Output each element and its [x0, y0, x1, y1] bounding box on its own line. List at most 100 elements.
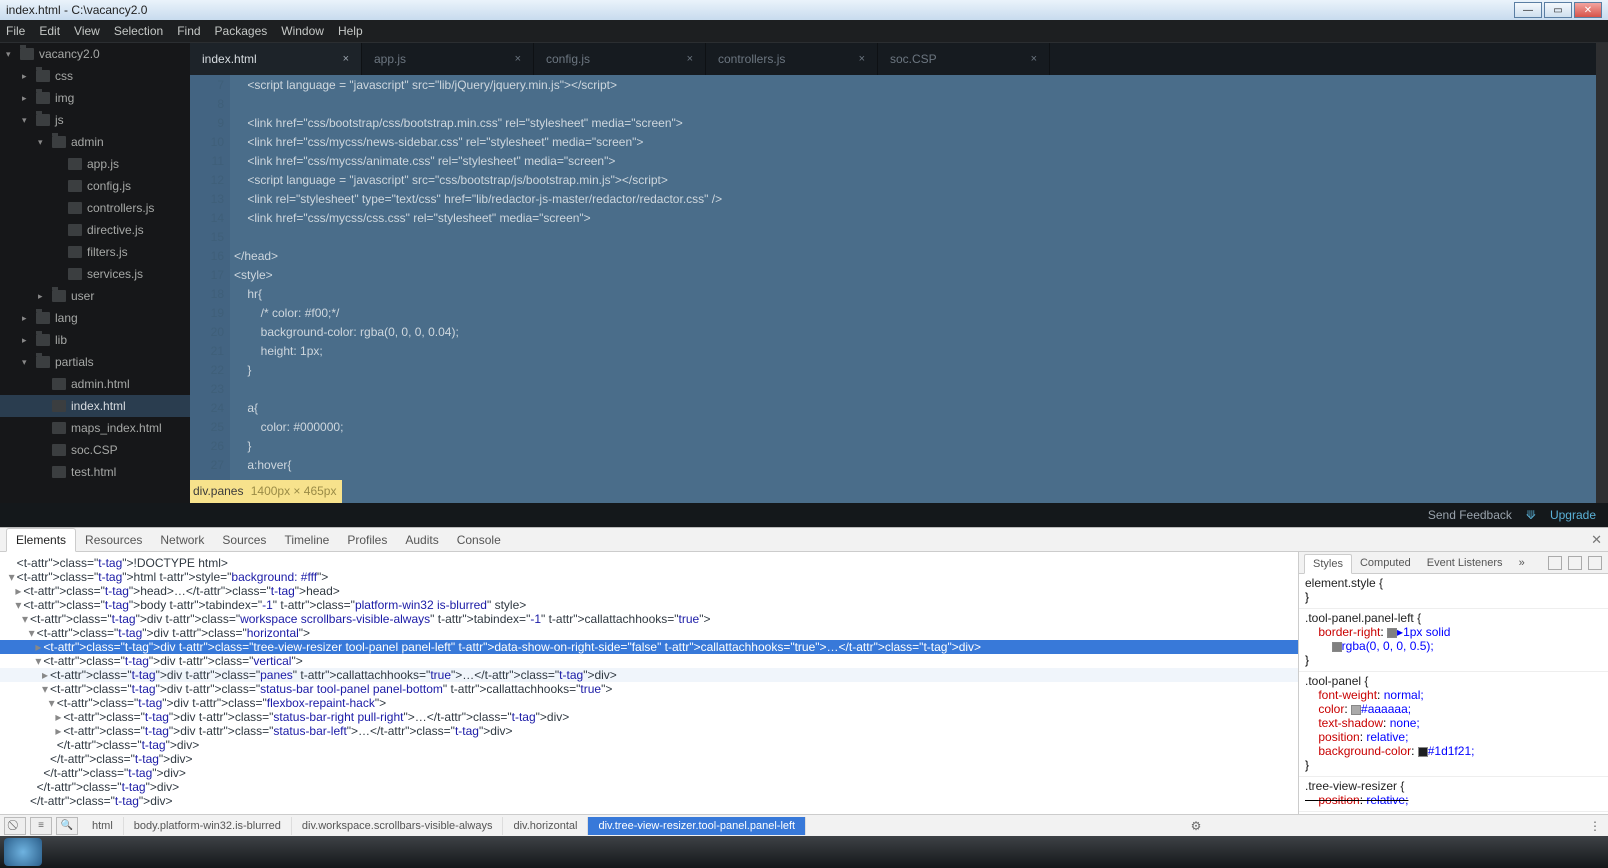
- tree-file-index-html[interactable]: index.html: [0, 395, 190, 417]
- send-feedback-link[interactable]: Send Feedback: [1428, 508, 1512, 522]
- devtools-tab-sources[interactable]: Sources: [213, 529, 275, 551]
- tree-folder-partials[interactable]: ▾partials: [0, 351, 190, 373]
- styles-tab-eventlisteners[interactable]: Event Listeners: [1419, 554, 1511, 572]
- dom-node[interactable]: ▾<t-attr">class="t-tag">div t-attr">clas…: [0, 654, 1298, 668]
- dom-node[interactable]: <t-attr">class="t-tag">!DOCTYPE html>: [0, 556, 1298, 570]
- close-icon[interactable]: ×: [343, 53, 349, 65]
- maximize-button[interactable]: ▭: [1544, 2, 1572, 18]
- dom-node[interactable]: ▸<t-attr">class="t-tag">div t-attr">clas…: [0, 668, 1298, 682]
- devtools-tab-profiles[interactable]: Profiles: [338, 529, 396, 551]
- tab-soc-CSP[interactable]: soc.CSP×: [878, 43, 1050, 75]
- tab-config-js[interactable]: config.js×: [534, 43, 706, 75]
- tree-file-app-js[interactable]: app.js: [0, 153, 190, 175]
- menu-packages[interactable]: Packages: [215, 24, 268, 38]
- toggle-element-state-icon[interactable]: [1568, 556, 1582, 570]
- editor-scrollbar[interactable]: [1596, 43, 1608, 503]
- tab-index-html[interactable]: index.html×: [190, 43, 362, 75]
- tree-file-filters-js[interactable]: filters.js: [0, 241, 190, 263]
- file-tree[interactable]: ▾vacancy2.0▸css▸img▾js▾adminapp.jsconfig…: [0, 43, 190, 503]
- dom-node[interactable]: ▾<t-attr">class="t-tag">div t-attr">clas…: [0, 626, 1298, 640]
- devtools-styles[interactable]: element.style {}.tool-panel.panel-left {…: [1298, 574, 1608, 814]
- menu-selection[interactable]: Selection: [114, 24, 163, 38]
- dom-node[interactable]: </t-attr">class="t-tag">div>: [0, 738, 1298, 752]
- close-icon[interactable]: ×: [687, 53, 693, 65]
- dom-node[interactable]: ▾<t-attr">class="t-tag">html t-attr">sty…: [0, 570, 1298, 584]
- devtools-tab-elements[interactable]: Elements: [6, 528, 76, 552]
- breadcrumb-item[interactable]: html: [82, 817, 124, 835]
- tree-file-directive-js[interactable]: directive.js: [0, 219, 190, 241]
- dom-node[interactable]: </t-attr">class="t-tag">div>: [0, 780, 1298, 794]
- tree-folder-lang[interactable]: ▸lang: [0, 307, 190, 329]
- editor-tabs: index.html×app.js×config.js×controllers.…: [190, 43, 1596, 75]
- menu-find[interactable]: Find: [177, 24, 200, 38]
- css-rule[interactable]: element.style {}: [1299, 574, 1608, 609]
- styles-tab-[interactable]: »: [1511, 554, 1533, 572]
- inspect-icon[interactable]: ⃠: [4, 817, 26, 835]
- close-icon[interactable]: ×: [859, 53, 865, 65]
- dom-node[interactable]: ▾<t-attr">class="t-tag">div t-attr">clas…: [0, 612, 1298, 626]
- close-icon[interactable]: ×: [515, 53, 521, 65]
- styles-tab-computed[interactable]: Computed: [1352, 554, 1419, 572]
- dom-node[interactable]: ▸<t-attr">class="t-tag">div t-attr">clas…: [0, 710, 1298, 724]
- tree-folder-admin[interactable]: ▾admin: [0, 131, 190, 153]
- devtools-dom-tree[interactable]: <t-attr">class="t-tag">!DOCTYPE html> ▾<…: [0, 552, 1298, 814]
- gear-icon[interactable]: [1588, 556, 1602, 570]
- tree-file-controllers-js[interactable]: controllers.js: [0, 197, 190, 219]
- menu-edit[interactable]: Edit: [39, 24, 60, 38]
- tree-file-maps_index-html[interactable]: maps_index.html: [0, 417, 190, 439]
- breadcrumb-item[interactable]: div.tree-view-resizer.tool-panel.panel-l…: [588, 817, 806, 835]
- close-button[interactable]: ✕: [1574, 2, 1602, 18]
- devtools-tab-resources[interactable]: Resources: [76, 529, 151, 551]
- console-icon[interactable]: ≡: [30, 817, 52, 835]
- dom-node[interactable]: </t-attr">class="t-tag">div>: [0, 766, 1298, 780]
- css-rule[interactable]: .tool-panel { font-weight: normal; color…: [1299, 672, 1608, 777]
- dom-node[interactable]: ▾<t-attr">class="t-tag">div t-attr">clas…: [0, 682, 1298, 696]
- drawer-icon[interactable]: ⋮: [1586, 817, 1604, 835]
- dom-node[interactable]: </t-attr">class="t-tag">div>: [0, 752, 1298, 766]
- dom-node[interactable]: ▸<t-attr">class="t-tag">head>…</t-attr">…: [0, 584, 1298, 598]
- dom-node[interactable]: ▾<t-attr">class="t-tag">body t-attr">tab…: [0, 598, 1298, 612]
- tree-folder-css[interactable]: ▸css: [0, 65, 190, 87]
- tree-folder-lib[interactable]: ▸lib: [0, 329, 190, 351]
- windows-taskbar[interactable]: [0, 836, 1608, 868]
- tree-folder-js[interactable]: ▾js: [0, 109, 190, 131]
- tree-folder-vacancy2-0[interactable]: ▾vacancy2.0: [0, 43, 190, 65]
- breadcrumb-item[interactable]: div.horizontal: [503, 817, 588, 835]
- devtools-close-icon[interactable]: ✕: [1591, 532, 1602, 548]
- close-icon[interactable]: ×: [1031, 53, 1037, 65]
- menu-file[interactable]: File: [6, 24, 25, 38]
- start-button[interactable]: [4, 838, 42, 866]
- devtools-tab-network[interactable]: Network: [151, 529, 213, 551]
- minimize-button[interactable]: —: [1514, 2, 1542, 18]
- tree-file-soc-CSP[interactable]: soc.CSP: [0, 439, 190, 461]
- dom-node[interactable]: ▾<t-attr">class="t-tag">div t-attr">clas…: [0, 696, 1298, 710]
- menu-window[interactable]: Window: [281, 24, 324, 38]
- css-rule[interactable]: .tree-view-resizer { position: relative;: [1299, 777, 1608, 812]
- tree-folder-img[interactable]: ▸img: [0, 87, 190, 109]
- tab-app-js[interactable]: app.js×: [362, 43, 534, 75]
- menu-view[interactable]: View: [74, 24, 100, 38]
- gear-icon[interactable]: ⚙: [1187, 817, 1205, 835]
- breadcrumb-item[interactable]: div.workspace.scrollbars-visible-always: [292, 817, 504, 835]
- tree-folder-user[interactable]: ▸user: [0, 285, 190, 307]
- dom-node[interactable]: ▸<t-attr">class="t-tag">div t-attr">clas…: [0, 724, 1298, 738]
- devtools-tab-audits[interactable]: Audits: [396, 529, 447, 551]
- devtools-tab-console[interactable]: Console: [448, 529, 510, 551]
- upgrade-link[interactable]: Upgrade: [1550, 508, 1596, 522]
- tree-file-config-js[interactable]: config.js: [0, 175, 190, 197]
- code-body[interactable]: <script language = "javascript" src="lib…: [230, 75, 1596, 503]
- new-rule-icon[interactable]: [1548, 556, 1562, 570]
- tab-controllers-js[interactable]: controllers.js×: [706, 43, 878, 75]
- dom-node[interactable]: ▸<t-attr">class="t-tag">div t-attr">clas…: [0, 640, 1298, 654]
- tree-file-test-html[interactable]: test.html: [0, 461, 190, 483]
- menu-help[interactable]: Help: [338, 24, 363, 38]
- tree-file-admin-html[interactable]: admin.html: [0, 373, 190, 395]
- css-rule[interactable]: .tool-panel.panel-left { border-right: ▸…: [1299, 609, 1608, 672]
- devtools-tab-timeline[interactable]: Timeline: [275, 529, 338, 551]
- code-area[interactable]: 789101112131415161718192021222324252627 …: [190, 75, 1596, 503]
- search-icon[interactable]: 🔍: [56, 817, 78, 835]
- styles-tab-styles[interactable]: Styles: [1304, 554, 1352, 574]
- tree-file-services-js[interactable]: services.js: [0, 263, 190, 285]
- breadcrumb-item[interactable]: body.platform-win32.is-blurred: [124, 817, 292, 835]
- dom-node[interactable]: </t-attr">class="t-tag">div>: [0, 794, 1298, 808]
